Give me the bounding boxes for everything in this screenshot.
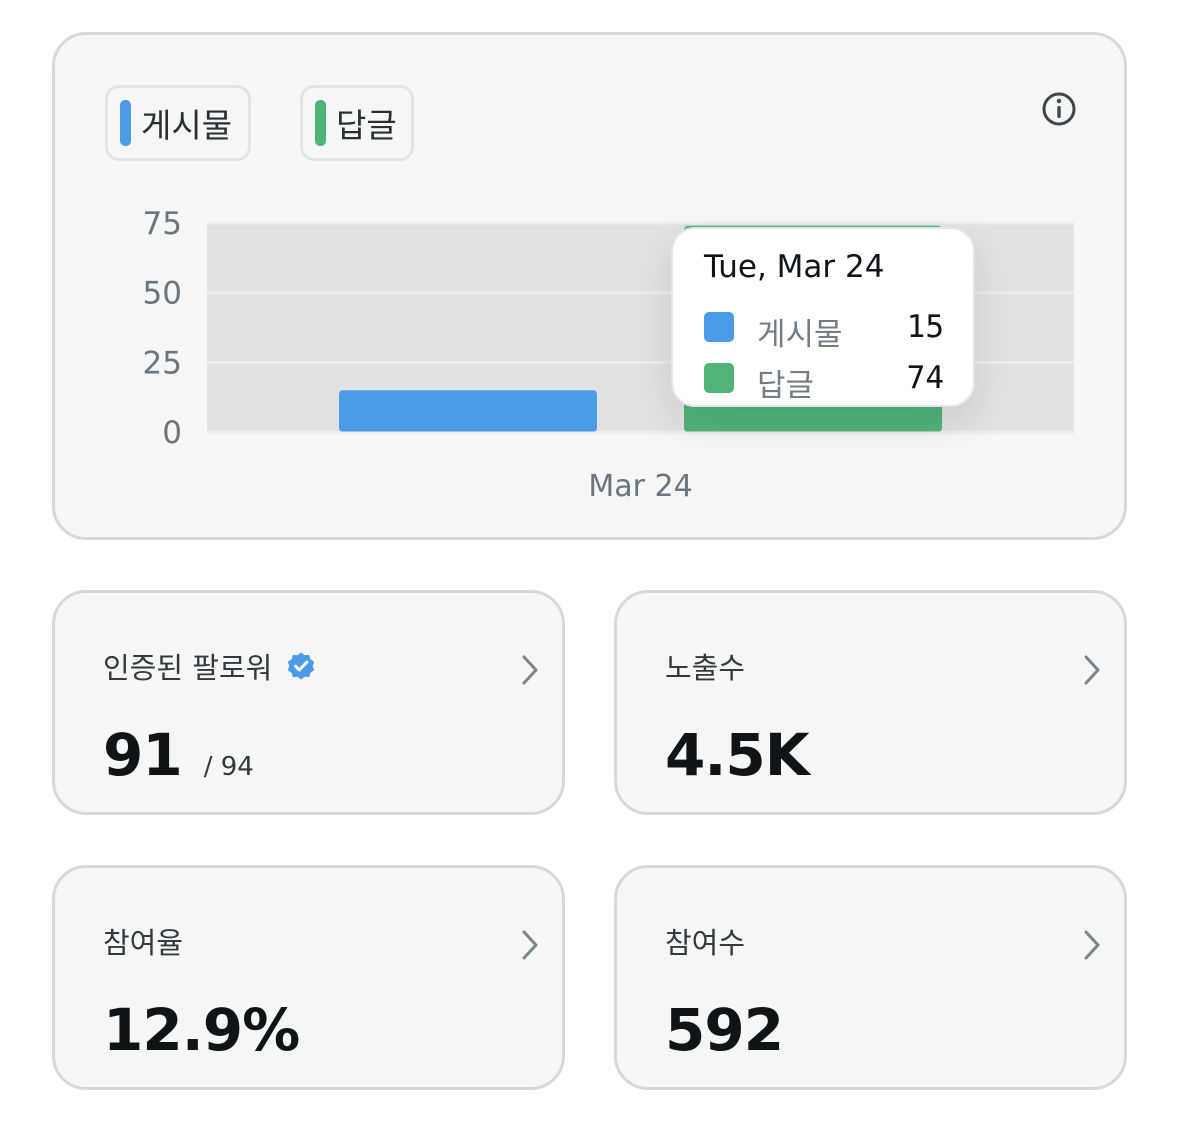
verified-badge-icon bbox=[288, 652, 315, 680]
tooltip-replies-label: 답글 bbox=[757, 368, 815, 404]
verified-followers-total: / 94 bbox=[203, 752, 254, 782]
tooltip-posts-value: 15 bbox=[906, 309, 944, 345]
tooltip-posts-label: 게시물 bbox=[757, 317, 843, 353]
impressions-title: 노출수 bbox=[665, 651, 746, 685]
chart-tooltip: Tue, Mar 24 게시물 15 답글 74 bbox=[671, 227, 975, 407]
chevron-right-icon bbox=[1084, 930, 1100, 960]
engagements-card[interactable]: 참여수 592 bbox=[614, 865, 1127, 1090]
y-tick-label: 25 bbox=[143, 345, 182, 381]
tooltip-date: Tue, Mar 24 bbox=[704, 249, 885, 285]
chevron-right-icon bbox=[522, 930, 538, 960]
tooltip-row-replies: 답글 74 bbox=[704, 360, 944, 404]
tooltip-replies-value: 74 bbox=[906, 360, 944, 396]
engagements-title: 참여수 bbox=[665, 926, 746, 960]
bar-posts bbox=[339, 390, 597, 432]
engagement-rate-value: 12.9% bbox=[103, 996, 300, 1064]
verified-followers-title: 인증된 팔로워 bbox=[103, 651, 273, 685]
verified-followers-value: 91 bbox=[103, 721, 183, 789]
chart-card: 게시물 답글 0 25 50 75 Mar 24 Tue, Mar 24 게시물 15 … bbox=[52, 32, 1127, 540]
verified-followers-value-row: 91 / 94 bbox=[103, 721, 254, 789]
chevron-right-icon bbox=[1084, 655, 1100, 685]
y-tick-label: 0 bbox=[162, 415, 182, 451]
engagements-value: 592 bbox=[665, 996, 784, 1064]
chevron-right-icon bbox=[522, 655, 538, 685]
tooltip-replies-swatch bbox=[704, 363, 734, 393]
impressions-card[interactable]: 노출수 4.5K bbox=[614, 590, 1127, 815]
impressions-value: 4.5K bbox=[665, 721, 810, 789]
x-tick-label: Mar 24 bbox=[588, 469, 692, 504]
verified-followers-title-row: 인증된 팔로워 bbox=[103, 645, 316, 687]
engagement-rate-card[interactable]: 참여율 12.9% bbox=[52, 865, 565, 1090]
verified-followers-card[interactable]: 인증된 팔로워 91 / 94 bbox=[52, 590, 565, 815]
engagement-rate-title: 참여율 bbox=[103, 926, 184, 960]
y-tick-label: 75 bbox=[143, 206, 182, 242]
tooltip-posts-swatch bbox=[704, 312, 734, 342]
y-tick-label: 50 bbox=[143, 276, 182, 312]
tooltip-row-posts: 게시물 15 bbox=[704, 309, 944, 353]
